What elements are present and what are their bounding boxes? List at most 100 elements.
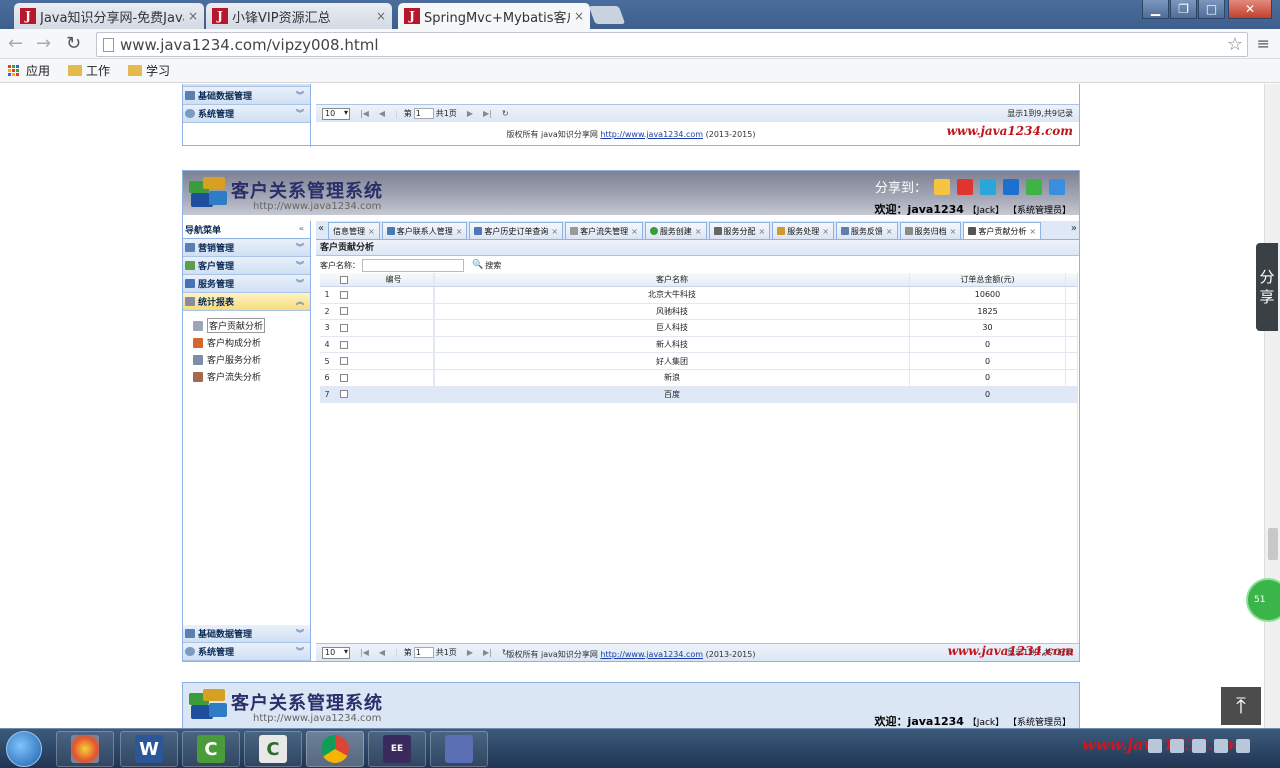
- row-checkbox[interactable]: [334, 290, 354, 299]
- more-share-icon[interactable]: [1049, 178, 1066, 195]
- bookmark-apps[interactable]: 应用: [8, 62, 50, 79]
- taskbar-app-chrome[interactable]: [306, 731, 364, 767]
- renren-share-icon[interactable]: [1003, 178, 1020, 195]
- bookmark-star-icon[interactable]: ☆: [1227, 34, 1243, 55]
- tab-close-icon[interactable]: ×: [376, 9, 386, 23]
- maximize-button[interactable]: □: [1198, 0, 1225, 19]
- tab-service-create[interactable]: 服务创建 ×: [644, 222, 707, 239]
- minimize-button[interactable]: ▁: [1142, 0, 1169, 19]
- prev-page-icon[interactable]: ◀: [379, 109, 385, 118]
- tab-info-management[interactable]: 信息管理 ×: [328, 222, 380, 239]
- tab-contribution-analysis[interactable]: 客户贡献分析 ×: [963, 222, 1042, 239]
- qzone-share-icon[interactable]: [934, 178, 951, 195]
- tab-close-icon[interactable]: ×: [456, 227, 463, 236]
- refresh-icon[interactable]: ↻: [502, 109, 509, 118]
- nav-section-basic-data[interactable]: 基础数据管理 ︾: [183, 625, 310, 643]
- tab-service-assign[interactable]: 服务分配 ×: [708, 222, 771, 239]
- restore-button[interactable]: ❐: [1170, 0, 1197, 19]
- tab-close-icon[interactable]: ×: [368, 227, 375, 236]
- row-checkbox[interactable]: [334, 390, 354, 399]
- customer-name-input[interactable]: [362, 258, 464, 272]
- taskbar-app-camtasia-2[interactable]: C: [244, 731, 302, 767]
- nav-item-contribution[interactable]: 客户贡献分析: [183, 317, 310, 334]
- start-button[interactable]: [6, 731, 42, 767]
- nav-section-service[interactable]: 服务管理 ︾: [183, 275, 310, 293]
- tray-icon[interactable]: [1148, 739, 1162, 753]
- tab-close-icon[interactable]: ×: [574, 9, 584, 23]
- tab-close-icon[interactable]: ×: [759, 227, 766, 236]
- table-row[interactable]: 3 巨人科技 30: [320, 320, 1077, 337]
- close-window-button[interactable]: ✕: [1228, 0, 1272, 19]
- browser-tab-vip[interactable]: J 小锋VIP资源汇总 ×: [206, 3, 392, 29]
- nav-section-statistics[interactable]: 统计报表 ︽: [183, 293, 310, 311]
- col-header-name[interactable]: 客户名称: [434, 273, 910, 286]
- tab-close-icon[interactable]: ×: [631, 227, 638, 236]
- search-button[interactable]: 搜索: [485, 260, 501, 271]
- first-page-icon[interactable]: |◀: [360, 109, 369, 118]
- tab-service-process[interactable]: 服务处理 ×: [772, 222, 834, 239]
- taskbar-app-camtasia[interactable]: C: [182, 731, 240, 767]
- bookmark-study[interactable]: 学习: [128, 62, 170, 79]
- select-all-checkbox[interactable]: [334, 275, 354, 284]
- tab-close-icon[interactable]: ×: [551, 227, 558, 236]
- nav-item-service-analysis[interactable]: 客户服务分析: [183, 351, 310, 368]
- back-to-top-button[interactable]: ⤒: [1221, 687, 1261, 725]
- tray-icon[interactable]: [1170, 739, 1184, 753]
- row-checkbox[interactable]: [334, 323, 354, 332]
- browser-tab-springmvc[interactable]: J SpringMvc+Mybatis客户 ×: [398, 3, 590, 29]
- tab-scroll-right-icon[interactable]: »: [1071, 223, 1077, 234]
- row-checkbox[interactable]: [334, 340, 354, 349]
- nav-item-composition[interactable]: 客户构成分析: [183, 334, 310, 351]
- row-checkbox[interactable]: [334, 373, 354, 382]
- page-scrollbar[interactable]: [1264, 84, 1280, 728]
- page-number-input[interactable]: 1: [413, 108, 434, 119]
- wechat-share-icon[interactable]: [1026, 178, 1043, 195]
- nav-section-marketing[interactable]: 营销管理 ︾: [183, 239, 310, 257]
- url-input[interactable]: www.java1234.com/vipzy008.html ☆: [96, 32, 1248, 57]
- nav-item-loss-analysis[interactable]: 客户流失分析: [183, 368, 310, 385]
- tab-order-history[interactable]: 客户历史订单查询 ×: [469, 222, 564, 239]
- tencent-share-icon[interactable]: [980, 178, 997, 195]
- taskbar-app-other[interactable]: [430, 731, 488, 767]
- col-header-amount[interactable]: 订单总金额(元): [910, 273, 1066, 286]
- taskbar-app-picasa[interactable]: [56, 731, 114, 767]
- tab-service-feedback[interactable]: 服务反馈 ×: [835, 222, 898, 239]
- row-checkbox[interactable]: [334, 307, 354, 316]
- tab-contacts[interactable]: 客户联系人管理 ×: [381, 222, 468, 239]
- tray-icon[interactable]: [1214, 739, 1228, 753]
- tray-icon[interactable]: [1236, 739, 1250, 753]
- back-icon[interactable]: ←: [8, 33, 23, 54]
- table-row[interactable]: 7 百度 0: [320, 386, 1077, 404]
- tab-scroll-left-icon[interactable]: «: [318, 223, 324, 234]
- nav-section-customer[interactable]: 客户管理 ︾: [183, 257, 310, 275]
- footer-link[interactable]: http://www.java1234.com: [600, 130, 703, 139]
- col-header-id[interactable]: 编号: [354, 273, 434, 286]
- last-page-icon[interactable]: ▶|: [483, 109, 492, 118]
- tab-close-icon[interactable]: ×: [1029, 227, 1036, 236]
- new-tab-button[interactable]: [588, 6, 626, 24]
- collapse-icon[interactable]: «: [299, 224, 304, 233]
- weibo-share-icon[interactable]: [957, 178, 974, 195]
- row-checkbox[interactable]: [334, 357, 354, 366]
- tab-close-icon[interactable]: ×: [188, 9, 198, 23]
- bookmark-work[interactable]: 工作: [68, 62, 110, 79]
- tab-close-icon[interactable]: ×: [822, 227, 829, 236]
- tab-close-icon[interactable]: ×: [950, 227, 957, 236]
- table-row[interactable]: 5 好人集团 0: [320, 353, 1077, 370]
- table-row[interactable]: 1 北京大牛科技 10600: [320, 287, 1077, 304]
- next-page-icon[interactable]: ▶: [467, 109, 473, 118]
- share-sidebar-button[interactable]: 分 享: [1256, 243, 1278, 331]
- browser-tab-java1234[interactable]: J Java知识分享网-免费Java ×: [14, 3, 204, 29]
- taskbar-app-eclipse-javaee[interactable]: EE: [368, 731, 426, 767]
- reload-icon[interactable]: ↻: [66, 33, 81, 54]
- menu-icon[interactable]: ≡: [1257, 34, 1270, 53]
- taskbar-app-word[interactable]: W: [120, 731, 178, 767]
- tab-close-icon[interactable]: ×: [695, 227, 702, 236]
- page-size-select[interactable]: 10: [322, 107, 350, 120]
- scrollbar-thumb[interactable]: [1268, 528, 1278, 560]
- footer-link[interactable]: http://www.java1234.com: [600, 650, 703, 659]
- tab-service-archive[interactable]: 服务归档 ×: [899, 222, 962, 239]
- tab-close-icon[interactable]: ×: [886, 227, 893, 236]
- forward-icon[interactable]: →: [36, 33, 51, 54]
- table-row[interactable]: 6 新浪 0: [320, 369, 1077, 387]
